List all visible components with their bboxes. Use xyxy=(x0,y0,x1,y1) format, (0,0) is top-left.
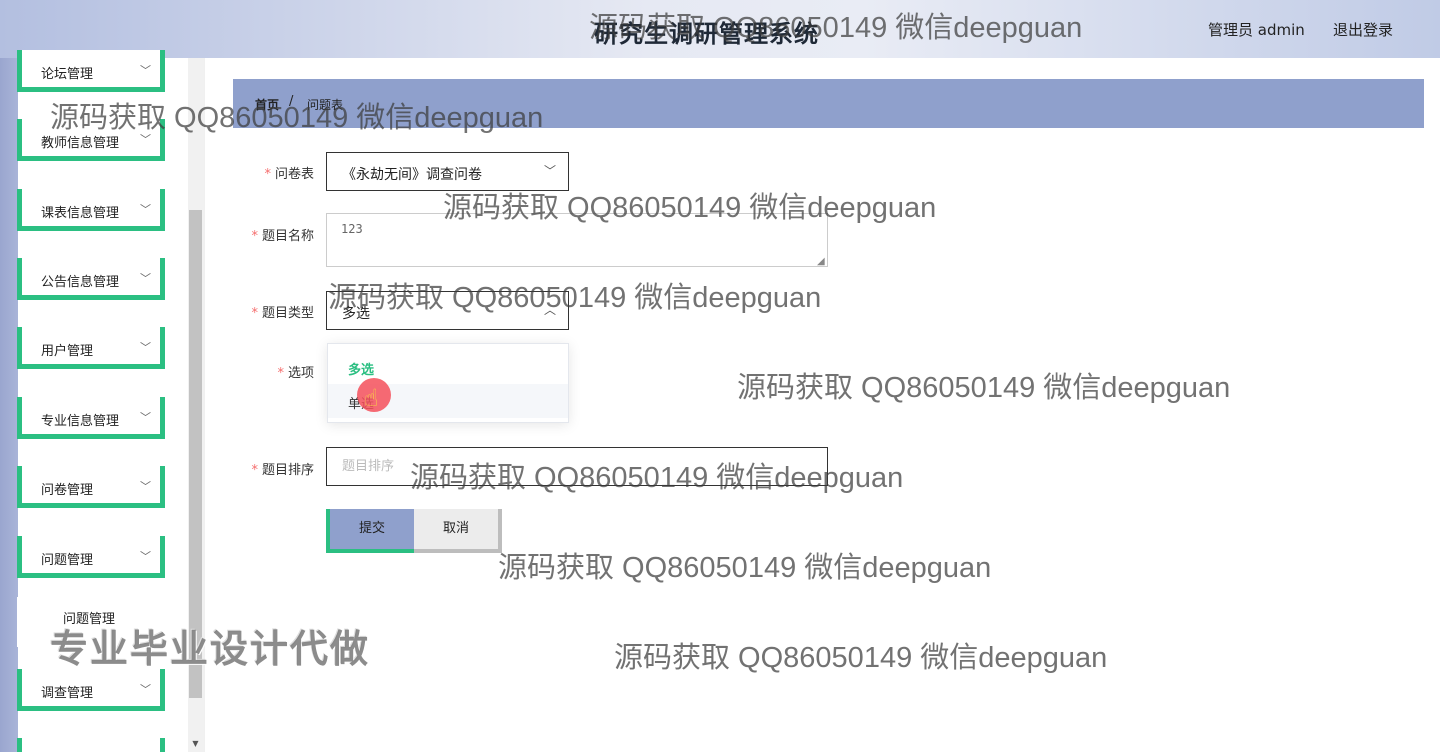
sidebar-item-forum[interactable]: 论坛管理 ﹀ xyxy=(17,50,165,92)
chevron-down-icon: ﹀ xyxy=(140,683,151,696)
question-order-label: * 题目排序 xyxy=(251,463,314,478)
questionnaire-select-value: 《永劫无间》调查问卷 xyxy=(342,167,482,183)
chevron-down-icon: ﹀ xyxy=(140,272,151,285)
sidebar-item-users[interactable]: 用户管理 ﹀ xyxy=(17,327,165,369)
sidebar-item-majors[interactable]: 专业信息管理 ﹀ xyxy=(17,397,165,439)
breadcrumb-home[interactable]: 首页 xyxy=(255,96,279,113)
sidebar-item-label: 课表信息管理 xyxy=(41,206,120,221)
sidebar-item-surveys[interactable]: 调查管理 ﹀ xyxy=(17,669,165,711)
sidebar-item-label: 问卷管理 xyxy=(41,483,94,498)
questionnaire-select[interactable]: 《永劫无间》调查问卷 ﹀ xyxy=(326,152,569,191)
dropdown-option-label: 多选 xyxy=(348,363,375,378)
chevron-down-icon: ﹀ xyxy=(140,203,151,216)
sidebar-item-label: 问题管理 xyxy=(41,553,94,568)
sidebar-item-label: 调查管理 xyxy=(41,686,94,701)
chevron-down-icon: ﹀ xyxy=(140,550,151,563)
sidebar-subitem-questions[interactable]: 问题管理 xyxy=(17,597,167,647)
chevron-down-icon: ﹀ xyxy=(140,341,151,354)
system-title: 研究生调研管理系统 xyxy=(594,20,819,48)
sidebar-item-partial[interactable] xyxy=(17,738,165,752)
required-mark: * xyxy=(277,366,284,381)
required-mark: * xyxy=(251,463,258,478)
chevron-down-icon: ﹀ xyxy=(140,411,151,424)
options-label: * 选项 xyxy=(277,366,314,381)
sidebar-item-label: 专业信息管理 xyxy=(41,414,120,429)
sidebar-item-timetable[interactable]: 课表信息管理 ﹀ xyxy=(17,189,165,231)
sidebar-scrollbar-thumb[interactable] xyxy=(189,210,202,698)
submit-button[interactable]: 提交 xyxy=(326,509,414,553)
sidebar-item-label: 公告信息管理 xyxy=(41,275,120,290)
admin-user-label: 管理员 admin xyxy=(1208,21,1305,39)
sidebar-item-label: 教师信息管理 xyxy=(41,136,120,151)
question-type-select-value: 多选 xyxy=(342,306,370,322)
hand-pointer-icon: ☝ xyxy=(364,384,379,412)
question-order-input[interactable] xyxy=(326,447,828,486)
watermark-text: 源码获取 QQ86050149 微信deepguan xyxy=(614,642,1108,674)
breadcrumb-separator: / xyxy=(289,94,294,109)
dropdown-option-multiple[interactable]: 多选 xyxy=(328,350,568,384)
chevron-down-icon: ﹀ xyxy=(140,64,151,77)
question-type-label: * 题目类型 xyxy=(251,306,314,321)
resize-grip-icon[interactable]: ◢ xyxy=(817,256,825,267)
required-mark: * xyxy=(264,167,271,182)
logout-link[interactable]: 退出登录 xyxy=(1333,19,1393,40)
chevron-up-icon: ︿ xyxy=(543,303,556,317)
question-type-select[interactable]: 多选 ︿ xyxy=(326,291,569,330)
sidebar-item-label: 用户管理 xyxy=(41,344,94,359)
required-mark: * xyxy=(251,306,258,321)
sidebar-subitem-label: 问题管理 xyxy=(63,612,116,627)
chevron-down-icon: ﹀ xyxy=(140,133,151,146)
sidebar-item-questions[interactable]: 问题管理 ﹀ xyxy=(17,536,165,578)
breadcrumb-current: 问题表 xyxy=(307,98,344,112)
question-name-label: * 题目名称 xyxy=(251,229,314,244)
chevron-down-icon: ﹀ xyxy=(140,480,151,493)
sidebar-item-label: 论坛管理 xyxy=(41,67,94,82)
scroll-down-arrow-icon[interactable]: ▼ xyxy=(189,738,202,750)
sidebar-item-teacher-info[interactable]: 教师信息管理 ﹀ xyxy=(17,119,165,161)
breadcrumb: 首页 / 问题表 xyxy=(233,79,1424,128)
watermark-text: 源码获取 QQ86050149 微信deepguan xyxy=(737,372,1231,404)
sidebar-item-announcements[interactable]: 公告信息管理 ﹀ xyxy=(17,258,165,300)
watermark-text: 源码获取 QQ86050149 微信deepguan xyxy=(498,552,992,584)
sidebar-item-questionnaires[interactable]: 问卷管理 ﹀ xyxy=(17,466,165,508)
questionnaire-label: * 问卷表 xyxy=(264,167,314,182)
required-mark: * xyxy=(251,229,258,244)
chevron-down-icon: ﹀ xyxy=(543,164,556,178)
cancel-button[interactable]: 取消 xyxy=(414,509,502,553)
question-name-textarea[interactable]: 123 xyxy=(326,213,828,267)
